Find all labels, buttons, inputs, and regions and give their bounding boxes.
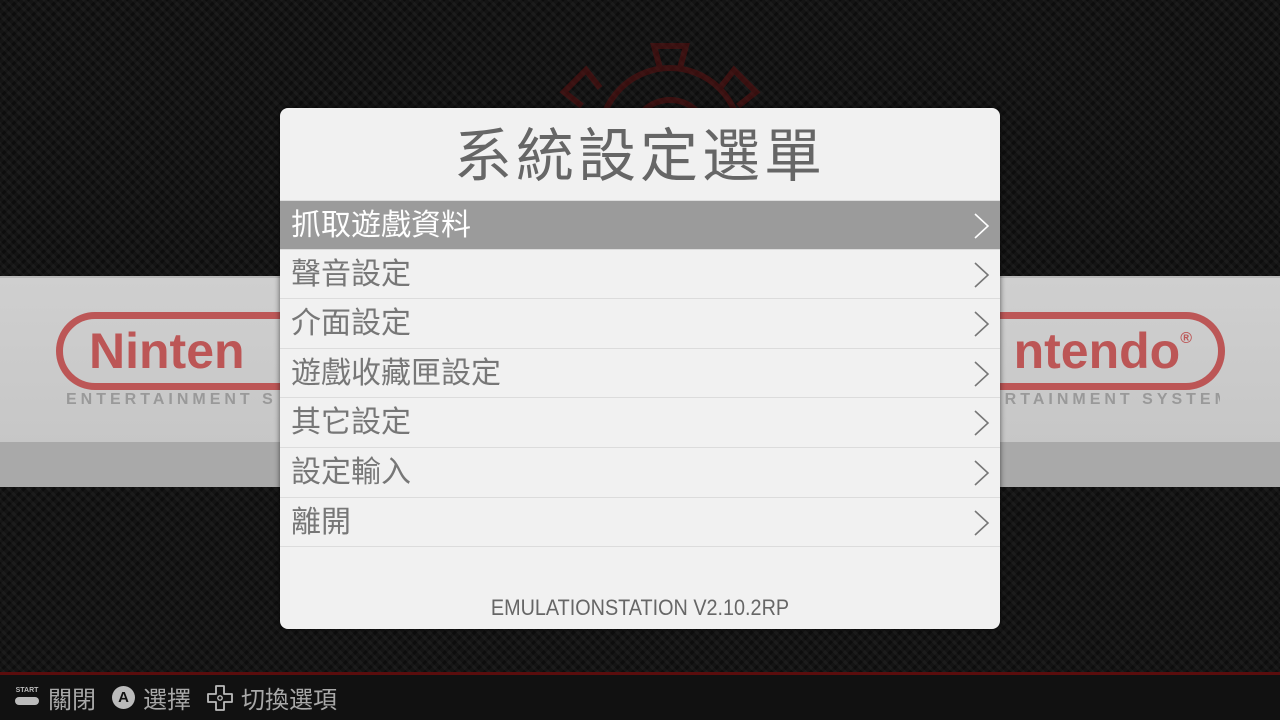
help-close-label: 關閉	[48, 686, 96, 714]
start-button-text: START	[15, 686, 39, 694]
menu-item-scraper[interactable]: 抓取遊戲資料	[280, 200, 1000, 250]
help-select-label: 選擇	[143, 686, 191, 714]
start-button-icon: START	[14, 687, 40, 709]
menu-item-label: 抓取遊戲資料	[291, 208, 471, 243]
help-close: START 關閉	[14, 680, 96, 715]
chevron-right-icon	[974, 262, 990, 288]
logo-text-right: ntendo	[1013, 323, 1181, 379]
dpad-icon	[207, 684, 233, 711]
menu-item-sound-settings[interactable]: 聲音設定	[280, 250, 1000, 300]
logo-text-left: Ninten	[89, 323, 245, 379]
chevron-right-icon	[974, 509, 990, 536]
help-navigate: 切換選項	[207, 680, 337, 715]
version-label: EMULATIONSTATION V2.10.2RP	[490, 595, 790, 620]
menu-item-label: 離開	[291, 504, 351, 540]
menu-item-label: 設定輸入	[291, 454, 411, 490]
menu-item-other-settings[interactable]: 其它設定	[280, 398, 1000, 448]
a-button-icon: A	[112, 686, 135, 709]
menu-title: 系統設定選單	[453, 122, 826, 190]
help-bar: START 關閉 A 選擇 切換選項	[0, 672, 1280, 720]
menu-list: 抓取遊戲資料 聲音設定 介面設定 遊戲收藏匣設定 其它設定 設定輸入 離開	[280, 200, 1000, 548]
menu-item-configure-input[interactable]: 設定輸入	[280, 448, 1000, 498]
chevron-right-icon	[974, 460, 990, 486]
chevron-right-icon	[974, 410, 990, 436]
registered-mark: ®	[1180, 330, 1192, 347]
chevron-right-icon	[974, 213, 990, 239]
help-navigate-label: 切換選項	[241, 686, 337, 714]
menu-item-label: 聲音設定	[291, 256, 411, 292]
help-select: A 選擇	[112, 680, 191, 715]
menu-item-label: 遊戲收藏匣設定	[291, 355, 501, 391]
chevron-right-icon	[974, 311, 990, 337]
menu-item-label: 介面設定	[291, 306, 411, 342]
logo-subline-left: ENTERTAINMENT S	[66, 391, 277, 408]
menu-item-collection-settings[interactable]: 遊戲收藏匣設定	[280, 349, 1000, 399]
system-settings-menu: 系統設定選單 抓取遊戲資料 聲音設定 介面設定 遊戲收藏匣設定 其它設定 設定輸…	[280, 108, 1000, 629]
menu-item-quit[interactable]: 離開	[280, 498, 1000, 548]
logo-subline-right: ERTAINMENT SYSTEM	[990, 391, 1220, 408]
menu-item-ui-settings[interactable]: 介面設定	[280, 299, 1000, 349]
menu-item-label: 其它設定	[291, 405, 411, 441]
chevron-right-icon	[974, 361, 990, 387]
